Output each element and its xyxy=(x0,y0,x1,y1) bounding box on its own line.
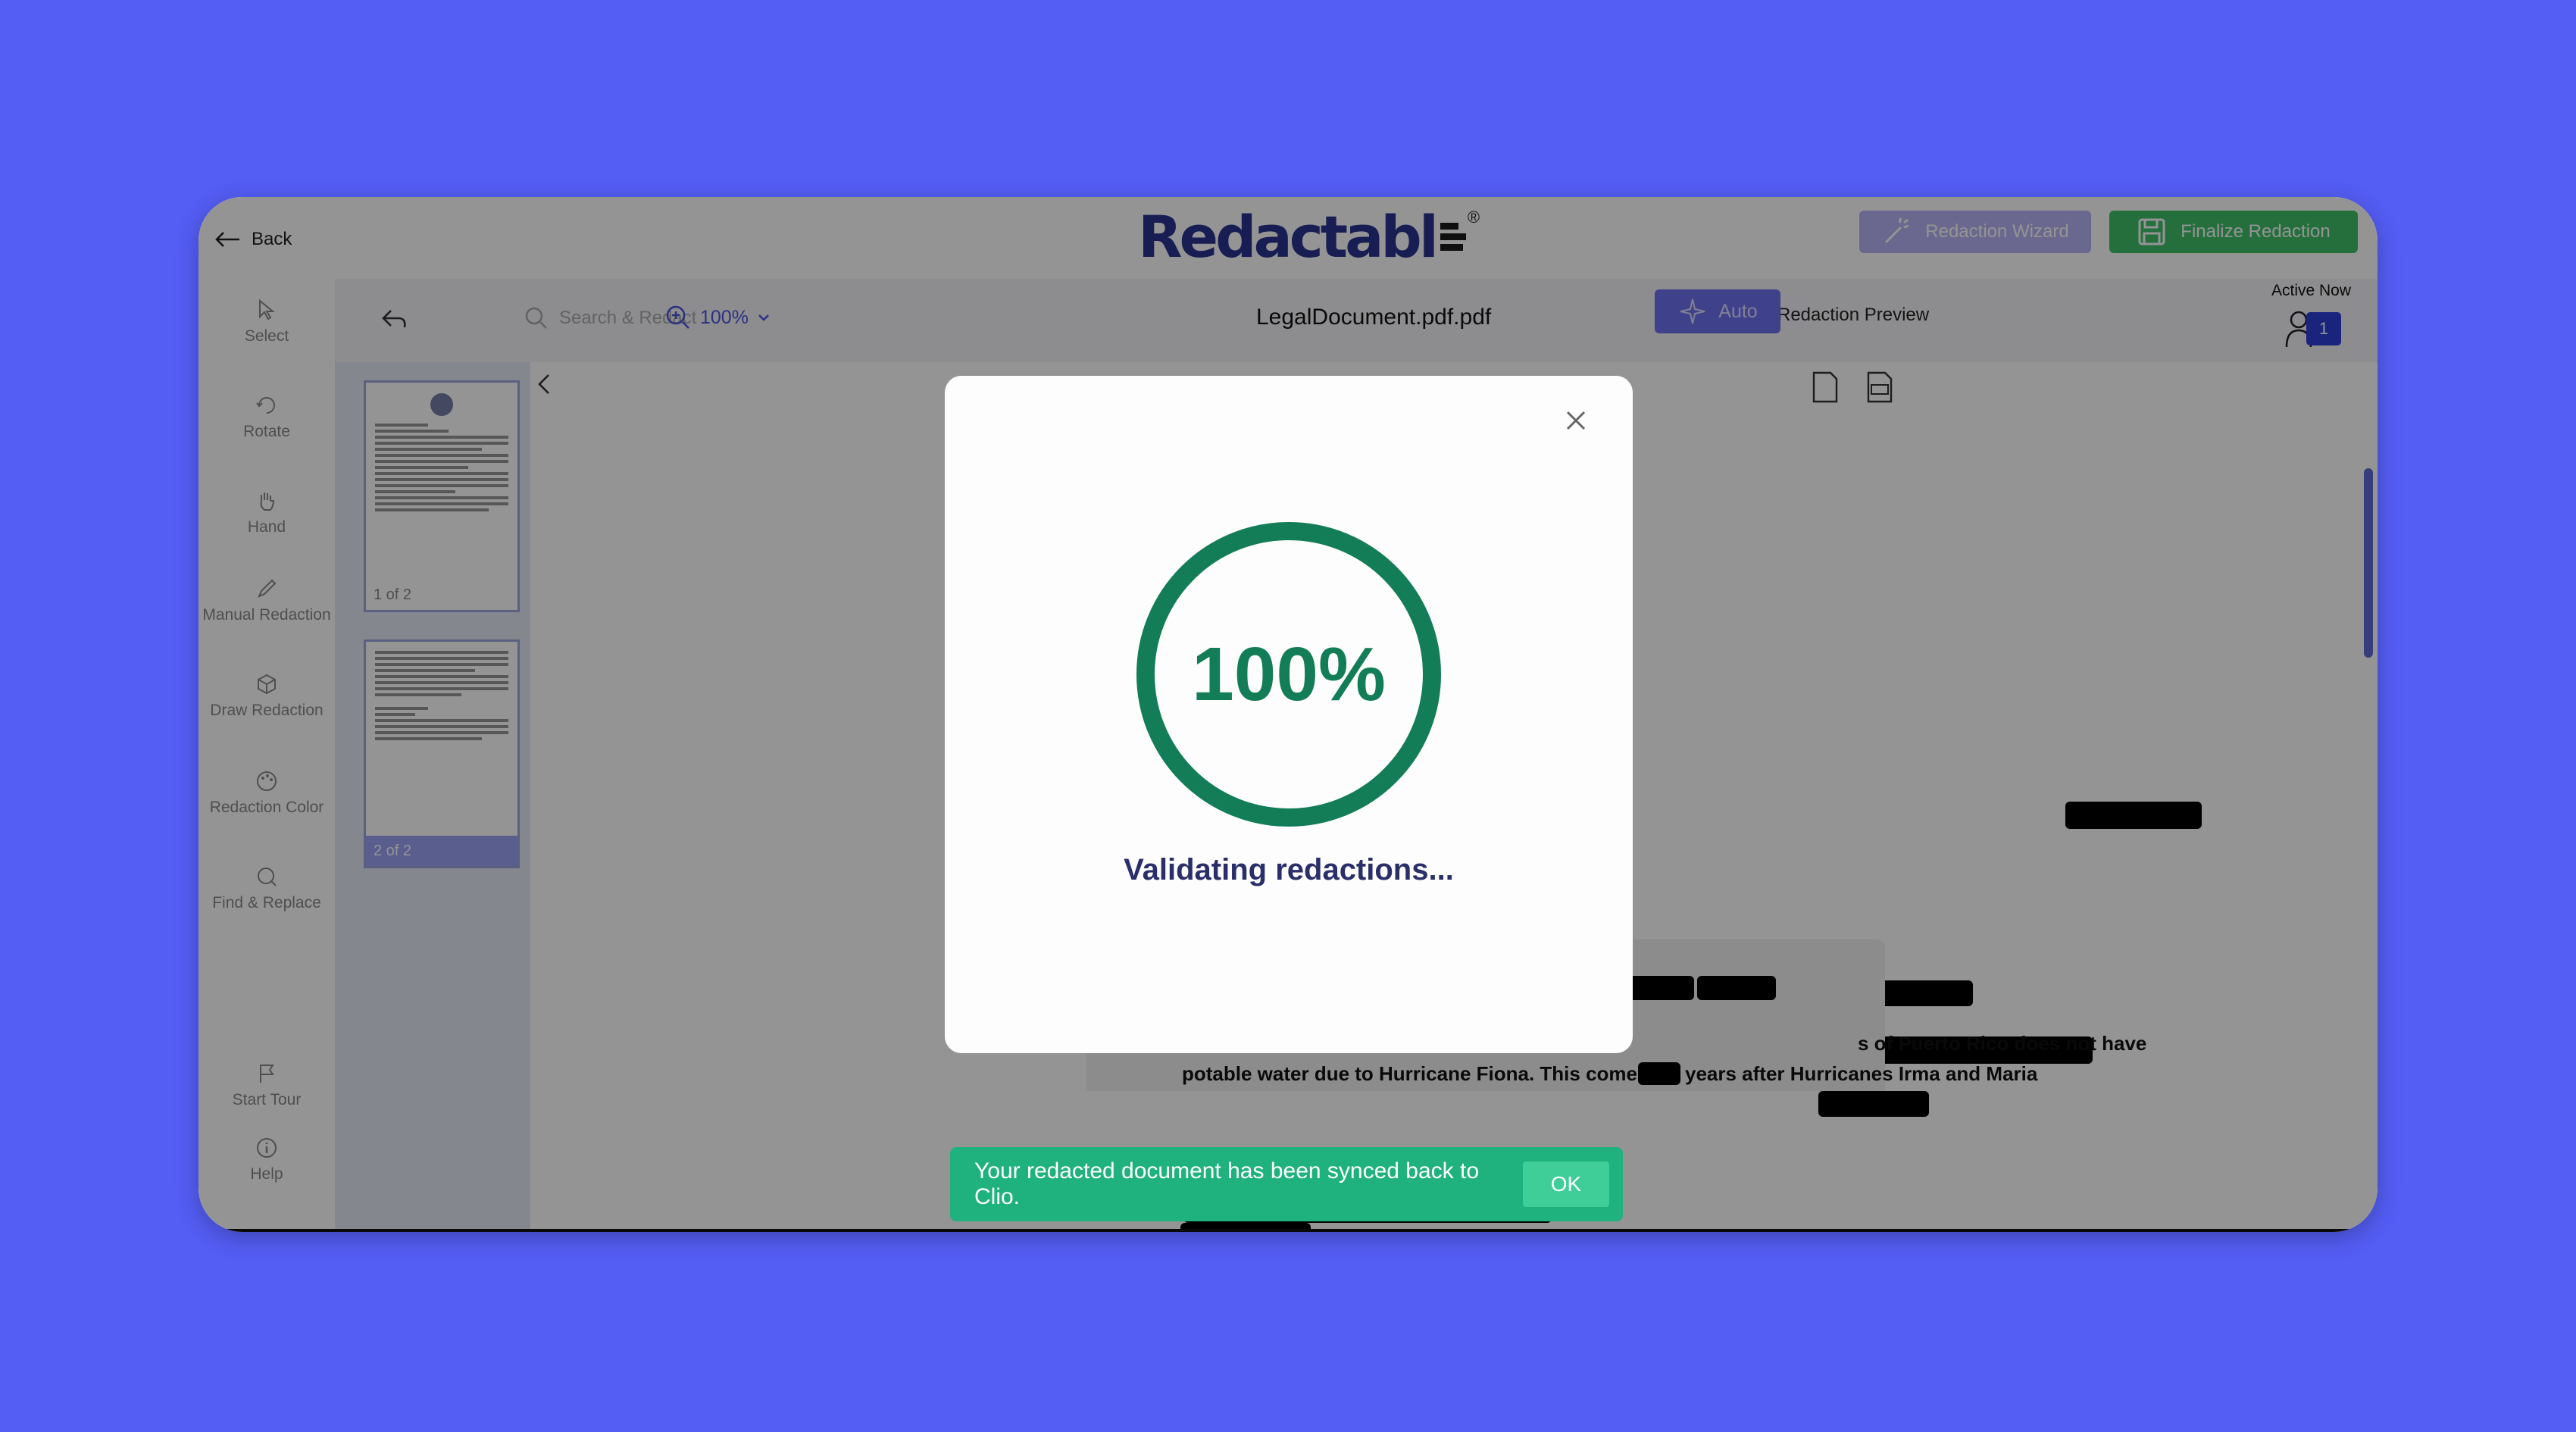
sync-toast: Your redacted document has been synced b… xyxy=(950,1147,1623,1221)
close-icon[interactable] xyxy=(1563,408,1589,433)
toast-ok-button[interactable]: OK xyxy=(1523,1162,1609,1207)
validation-modal: 100% Validating redactions... xyxy=(945,376,1633,1053)
app-window: Back Redactabl ® Redaction Wizard Finali… xyxy=(199,197,2377,1232)
toast-message: Your redacted document has been synced b… xyxy=(974,1158,1480,1209)
progress-percent: 100% xyxy=(1192,631,1386,717)
progress-status: Validating redactions... xyxy=(1124,853,1454,886)
